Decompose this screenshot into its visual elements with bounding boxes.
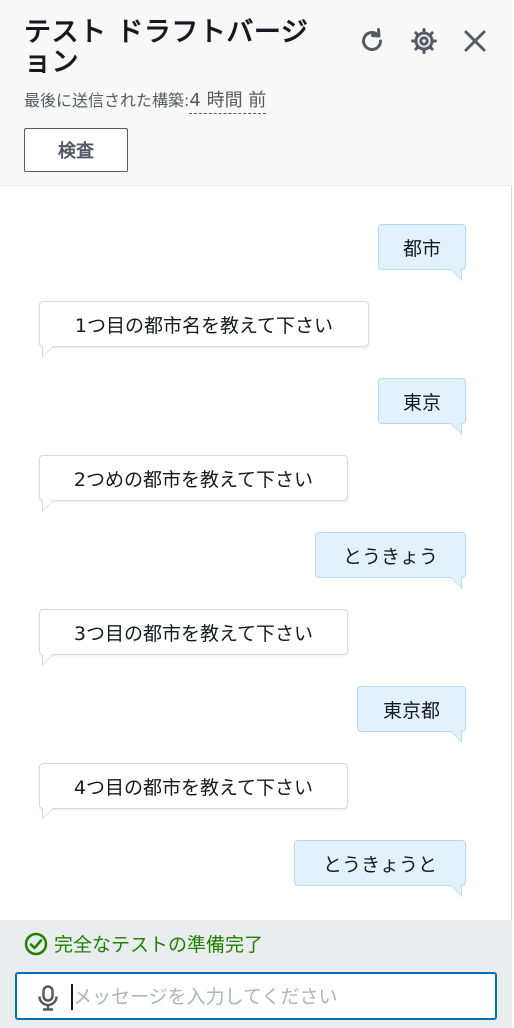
bot-message: 2つめの都市を教えて下さい	[39, 455, 348, 512]
test-status-text: 完全なテストの準備完了	[54, 934, 264, 956]
check-circle-icon	[24, 932, 48, 955]
bot-message: 3つ目の都市を教えて下さい	[39, 609, 348, 666]
refresh-button[interactable]	[357, 26, 387, 56]
panel-title: テスト ドラフトバージョン	[24, 17, 309, 78]
user-message: 東京	[378, 378, 466, 435]
settings-button[interactable]	[409, 26, 439, 56]
user-message: とうきょう	[315, 532, 466, 589]
last-build-info: 最後に送信された構築:4 時間 前	[24, 86, 267, 114]
user-message: とうきょうと	[294, 840, 466, 897]
user-message: 都市	[378, 224, 466, 281]
message-input-box[interactable]	[15, 972, 497, 1020]
microphone-icon[interactable]	[37, 985, 59, 1011]
panel-footer: 完全なテストの準備完了	[0, 920, 512, 1028]
refresh-icon	[362, 28, 382, 51]
close-button[interactable]	[460, 26, 490, 56]
inspect-button[interactable]: 検査	[24, 128, 128, 172]
panel-header: テスト ドラフトバージョン 最後に送信された構築:4 時間 前 検査	[0, 0, 512, 186]
gear-icon	[411, 28, 437, 54]
test-status: 完全なテストの準備完了	[24, 930, 263, 957]
message-input[interactable]	[73, 980, 483, 1014]
last-build-time[interactable]: 4 時間 前	[189, 90, 267, 114]
close-icon	[464, 30, 486, 52]
bot-message: 4つ目の都市を教えて下さい	[39, 763, 348, 820]
conversation-area: 都市 1つ目の都市名を教えて下さい 東京 2つめの都市を教えて下さい とうきょう…	[0, 186, 512, 920]
bot-message: 1つ目の都市名を教えて下さい	[39, 301, 369, 358]
user-message: 東京都	[357, 686, 466, 743]
last-build-label: 最後に送信された構築:	[24, 91, 190, 110]
test-draft-panel: テスト ドラフトバージョン 最後に送信された構築:4 時間 前 検査 都市 1つ…	[0, 0, 512, 1028]
